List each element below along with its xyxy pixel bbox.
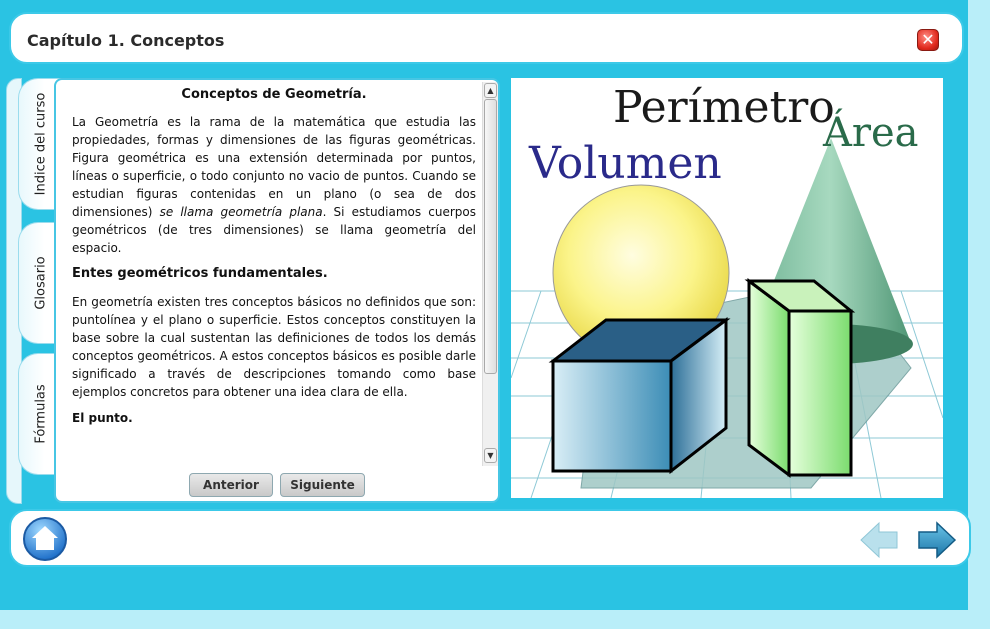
word-volume: Volumen	[528, 138, 722, 189]
side-tabs: Indice del curso Glosario Fórmulas	[6, 78, 62, 502]
caret-down-icon: ▼	[487, 451, 494, 460]
content-panel: Conceptos de Geometría. La Geometría es …	[54, 78, 500, 503]
content-paragraph: En geometría existen tres conceptos bási…	[72, 295, 476, 399]
scrollbar-thumb[interactable]	[484, 99, 497, 374]
tab-label: Glosario	[33, 256, 48, 310]
arrow-left-icon	[860, 521, 898, 559]
word-area: Área	[822, 109, 919, 156]
page-title: Capítulo 1. Conceptos	[27, 31, 225, 50]
content-subheading: Entes geométricos fundamentales.	[72, 266, 328, 281]
next-button[interactable]: Siguiente	[280, 473, 365, 497]
geometry-illustration: Perímetro Área Volumen	[511, 78, 943, 498]
caret-up-icon: ▲	[487, 86, 494, 95]
cube-front	[551, 359, 673, 473]
content-subheading-2: El punto.	[72, 411, 133, 425]
italic-phrase: se llama geometría plana	[159, 205, 323, 219]
title-bar: Capítulo 1. Conceptos ✕	[9, 12, 964, 64]
close-button[interactable]: ✕	[917, 29, 939, 51]
content-paragraph: La Geometría es la rama de la matemática…	[72, 115, 476, 255]
forward-button[interactable]	[915, 518, 959, 562]
content-heading: Conceptos de Geometría.	[181, 87, 367, 102]
text-area: Conceptos de Geometría. La Geometría es …	[72, 86, 476, 464]
scroll-down-button[interactable]: ▼	[484, 448, 497, 463]
scroll-up-button[interactable]: ▲	[484, 83, 497, 98]
back-button[interactable]	[857, 518, 901, 562]
arrow-right-icon	[918, 521, 957, 559]
word-perimeter: Perímetro	[613, 82, 835, 133]
tab-label: Fórmulas	[33, 384, 48, 444]
prism-side	[747, 278, 791, 478]
geometry-figure: Perímetro Área Volumen	[511, 82, 943, 498]
scrollbar[interactable]: ▲ ▼	[482, 82, 498, 466]
home-button[interactable]	[22, 517, 68, 561]
tab-label: Indice del curso	[33, 92, 48, 196]
previous-button[interactable]: Anterior	[189, 473, 273, 497]
prism-front	[787, 309, 853, 477]
footer-bar	[9, 509, 971, 567]
close-icon: ✕	[921, 30, 935, 49]
